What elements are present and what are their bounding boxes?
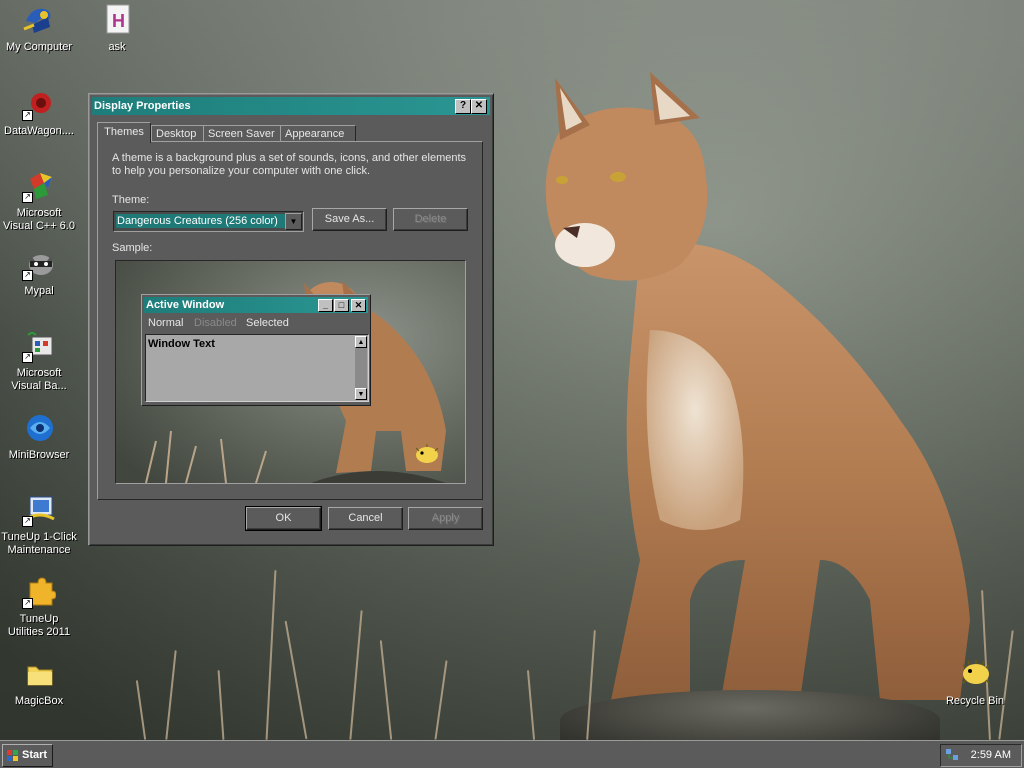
sample-pufferfish-icon [413,443,441,465]
desktop-icon-label: TuneUp 1-Click Maintenance [1,531,77,556]
desktop-icon-tuneup-maintenance[interactable]: ↗ TuneUp 1-Click Maintenance [1,493,77,557]
shortcut-arrow-icon: ↗ [22,598,33,609]
desktop-icon-my-computer[interactable]: My Computer [1,3,77,54]
shortcut-arrow-icon: ↗ [22,516,33,527]
document-h-icon: H [100,3,134,37]
folder-icon [22,657,56,691]
desktop-icon-label: MiniBrowser [8,449,70,461]
desktop-icon-mypal[interactable]: ↗ Mypal [1,247,77,298]
desktop-icon-recycle-bin[interactable]: Recycle Bin [937,657,1013,708]
minimize-icon: _ [318,299,333,312]
sample-scrollbar: ▲ ▼ [355,336,367,400]
theme-sample-preview: Active Window _ □ ✕ Normal Disabled Sele… [115,260,466,484]
tab-themes[interactable]: Themes [97,122,151,143]
delete-button[interactable]: Delete [393,208,468,231]
minibrowser-globe-icon [22,411,56,445]
save-as-button[interactable]: Save As... [312,208,387,231]
desktop-icon-label: ask [108,41,126,53]
themes-description-line1: A theme is a background plus a set of so… [112,152,467,164]
sample-window-text-area: Window Text ▲ ▼ [145,334,369,402]
scroll-up-icon: ▲ [355,336,367,348]
desktop-icon-visual-cpp[interactable]: ↗ Microsoft Visual C++ 6.0 [1,169,77,233]
cancel-button[interactable]: Cancel [328,507,403,530]
apply-button[interactable]: Apply [408,507,483,530]
sample-window-text: Window Text [148,338,215,350]
desktop-icon-label: Microsoft Visual C++ 6.0 [3,207,75,232]
help-button[interactable]: ? [455,99,471,114]
start-button[interactable]: Start [2,744,53,767]
maximize-icon: □ [334,299,349,312]
shortcut-arrow-icon: ↗ [22,270,33,281]
desktop-icon-label: My Computer [5,41,73,53]
close-button[interactable]: ✕ [471,99,487,114]
sample-window-title: Active Window _ □ ✕ [144,297,368,313]
scroll-down-icon: ▼ [355,388,367,400]
desktop-icon-tuneup-utilities[interactable]: ↗ TuneUp Utilities 2011 [1,575,77,639]
sample-active-window: Active Window _ □ ✕ Normal Disabled Sele… [141,294,371,406]
tuneup-puzzle-icon: ↗ [22,575,57,609]
theme-select-value: Dangerous Creatures (256 color) [116,214,287,228]
network-icon[interactable] [945,748,959,762]
desktop-icon-minibrowser[interactable]: MiniBrowser [1,411,77,462]
visual-basic-icon: ↗ [22,329,56,363]
shortcut-arrow-icon: ↗ [22,352,33,363]
ok-button[interactable]: OK [245,506,322,531]
sample-menu-disabled: Disabled [194,317,237,329]
desktop-icon-datawagon[interactable]: ↗ DataWagon.... [1,87,77,138]
shortcut-arrow-icon: ↗ [22,110,33,121]
sample-menu-normal: Normal [148,317,184,329]
chevron-down-icon[interactable]: ▼ [285,213,302,230]
desktop-icon-label: MagicBox [14,695,64,707]
theme-select[interactable]: Dangerous Creatures (256 color) ▼ [113,211,304,232]
clock[interactable]: 2:59 AM [971,745,1011,766]
window-title-bar[interactable]: Display Properties ? ✕ [92,97,490,115]
my-computer-icon [22,3,56,37]
desktop-icon-ask[interactable]: H ask [79,3,155,54]
theme-label: Theme: [112,194,150,206]
start-label: Start [22,749,48,761]
desktop-icon-magicbox[interactable]: MagicBox [1,657,77,708]
shortcut-arrow-icon: ↗ [22,192,33,203]
desktop-icon-label: Microsoft Visual Ba... [11,367,67,392]
visual-cpp-icon: ↗ [22,169,56,203]
close-icon: ✕ [351,299,366,312]
desktop-icon-label: DataWagon.... [4,125,74,137]
taskbar: Start 2:59 AM [0,740,1024,768]
windows-logo-icon [7,749,19,761]
sample-label: Sample: [112,242,153,254]
pufferfish-recycle-icon [958,657,992,691]
raccoon-icon: ↗ [22,247,56,281]
themes-description-line2: to help you personalize your computer wi… [112,165,371,177]
desktop-icon-label: Mypal [24,285,54,297]
desktop-icon-label: Recycle Bin [945,695,1005,707]
help-icon: ? [459,100,467,111]
sample-window-title-text: Active Window [146,299,225,311]
tuneup-monitor-icon: ↗ [22,493,56,527]
window-title: Display Properties [94,100,191,112]
close-icon: ✕ [474,100,484,111]
datawagon-icon: ↗ [22,87,56,121]
system-tray: 2:59 AM [940,744,1022,767]
desktop-icon-label: TuneUp Utilities 2011 [7,613,71,638]
svg-text:H: H [112,11,125,31]
desktop-icon-visual-basic[interactable]: ↗ Microsoft Visual Ba... [1,329,77,393]
tab-appearance[interactable]: Appearance [280,125,356,142]
tab-screen-saver[interactable]: Screen Saver [203,125,283,142]
sample-menu-selected: Selected [246,317,289,329]
tab-desktop[interactable]: Desktop [151,125,205,142]
